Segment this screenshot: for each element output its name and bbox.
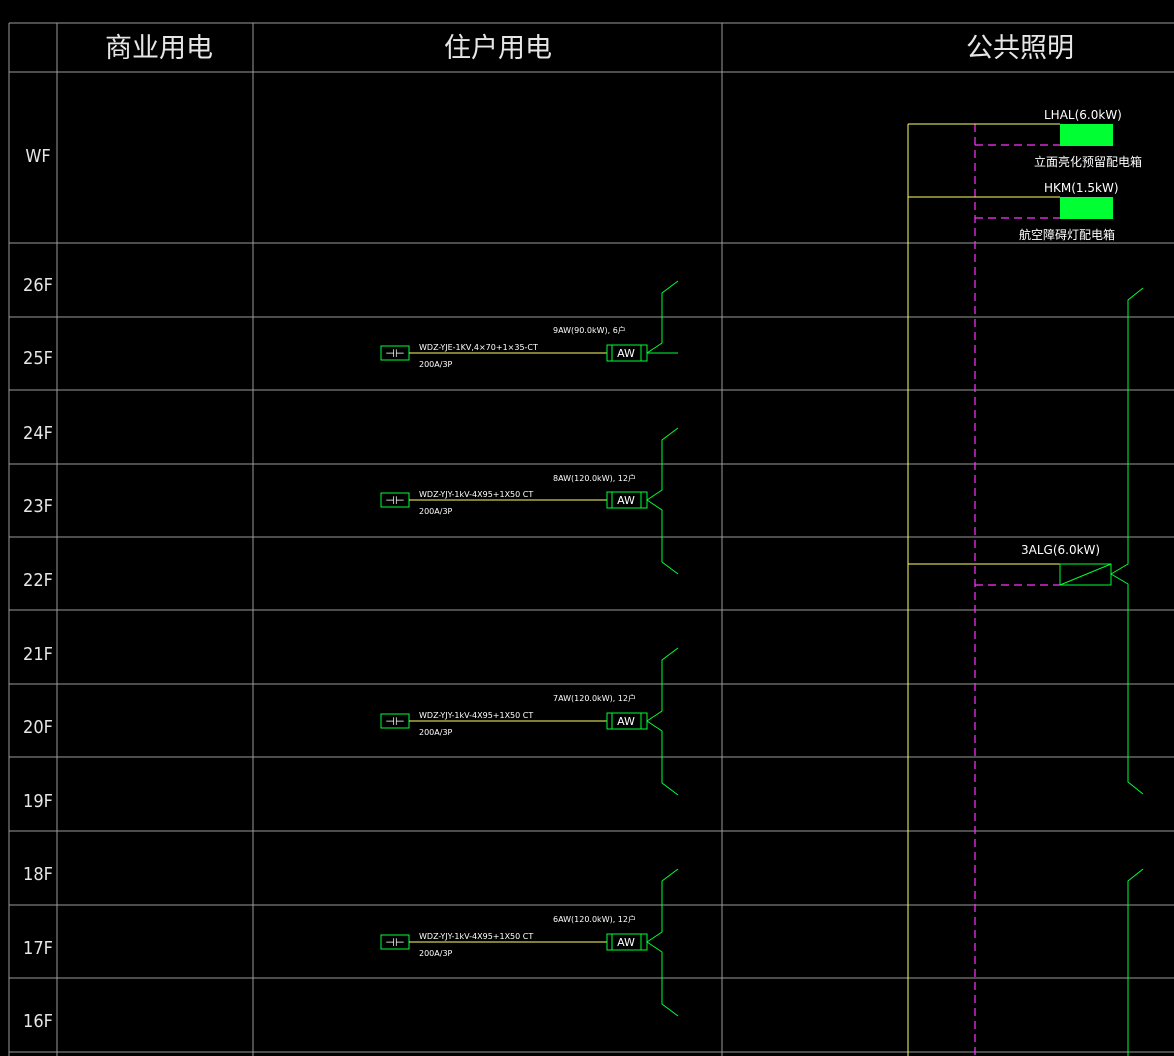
panel-3alg-title: 3ALG(6.0kW) bbox=[1021, 543, 1100, 557]
breaker-rating-23f: 200A/3P bbox=[419, 507, 453, 516]
aw-label-20f: AW bbox=[617, 715, 635, 728]
power-riser-diagram: 商业用电 住户用电 公共照明 WF 26F 25F 24F 23F 22F 21… bbox=[8, 22, 1174, 1056]
table-grid bbox=[8, 22, 1174, 1056]
aw-label-25f: AW bbox=[617, 347, 635, 360]
cable-spec-23f: WDZ-YJY-1kV-4X95+1X50 CT bbox=[419, 490, 533, 499]
load-label-23f: 8AW(120.0kW), 12户 bbox=[553, 473, 636, 483]
lighting-trunks: LHAL(6.0kW) 立面亮化预留配电箱 HKM(1.5kW) 航空障碍灯配电… bbox=[907, 108, 1144, 1056]
load-label-25f: 9AW(90.0kW), 6户 bbox=[553, 325, 626, 335]
feeder-25f: ⊣⊢ WDZ-YJE-1KV,4×70+1×35-CT 200A/3P 9AW(… bbox=[380, 280, 679, 369]
floor-label-21f: 21F bbox=[23, 644, 53, 665]
floor-label-19f: 19F bbox=[23, 791, 53, 812]
switch-symbol-23f: ⊣⊢ bbox=[385, 494, 404, 507]
floor-label-20f: 20F bbox=[23, 717, 53, 738]
aw-label-23f: AW bbox=[617, 494, 635, 507]
header-residential: 住户用电 bbox=[444, 33, 552, 64]
floor-label-23f: 23F bbox=[23, 496, 53, 517]
panel-hkm-caption: 航空障碍灯配电箱 bbox=[1019, 227, 1115, 242]
floor-label-wf: WF bbox=[25, 146, 50, 167]
cable-spec-17f: WDZ-YJY-1kV-4X95+1X50 CT bbox=[419, 932, 533, 941]
panel-lhal-title: LHAL(6.0kW) bbox=[1044, 108, 1122, 122]
floor-label-16f: 16F bbox=[23, 1011, 53, 1032]
floor-label-22f: 22F bbox=[23, 570, 53, 591]
aw-label-17f: AW bbox=[617, 936, 635, 949]
feeder-20f: ⊣⊢ WDZ-YJY-1kV-4X95+1X50 CT 200A/3P 7AW(… bbox=[380, 647, 679, 796]
breaker-rating-20f: 200A/3P bbox=[419, 728, 453, 737]
cable-spec-25f: WDZ-YJE-1KV,4×70+1×35-CT bbox=[419, 343, 538, 352]
breaker-rating-25f: 200A/3P bbox=[419, 360, 453, 369]
switch-symbol-25f: ⊣⊢ bbox=[385, 347, 404, 360]
feeder-23f: ⊣⊢ WDZ-YJY-1kV-4X95+1X50 CT 200A/3P 8AW(… bbox=[380, 427, 679, 575]
floor-label-18f: 18F bbox=[23, 864, 53, 885]
floor-labels: WF 26F 25F 24F 23F 22F 21F 20F 19F 18F 1… bbox=[23, 146, 53, 1032]
switch-symbol-17f: ⊣⊢ bbox=[385, 936, 404, 949]
panel-hkm-title: HKM(1.5kW) bbox=[1044, 181, 1119, 195]
panel-hkm bbox=[1060, 197, 1113, 219]
header-commercial: 商业用电 bbox=[105, 33, 213, 64]
panel-lhal bbox=[1060, 124, 1113, 146]
cable-spec-20f: WDZ-YJY-1kV-4X95+1X50 CT bbox=[419, 711, 533, 720]
floor-label-24f: 24F bbox=[23, 423, 53, 444]
load-label-17f: 6AW(120.0kW), 12户 bbox=[553, 914, 636, 924]
floor-label-17f: 17F bbox=[23, 938, 53, 959]
load-label-20f: 7AW(120.0kW), 12户 bbox=[553, 693, 636, 703]
breaker-rating-17f: 200A/3P bbox=[419, 949, 453, 958]
header-public-lighting: 公共照明 bbox=[966, 33, 1074, 64]
feeder-17f: ⊣⊢ WDZ-YJY-1kV-4X95+1X50 CT 200A/3P 6AW(… bbox=[380, 868, 679, 1017]
panel-lhal-caption: 立面亮化预留配电箱 bbox=[1034, 154, 1142, 169]
floor-label-26f: 26F bbox=[23, 275, 53, 296]
floor-label-25f: 25F bbox=[23, 348, 53, 369]
switch-symbol-20f: ⊣⊢ bbox=[385, 715, 404, 728]
